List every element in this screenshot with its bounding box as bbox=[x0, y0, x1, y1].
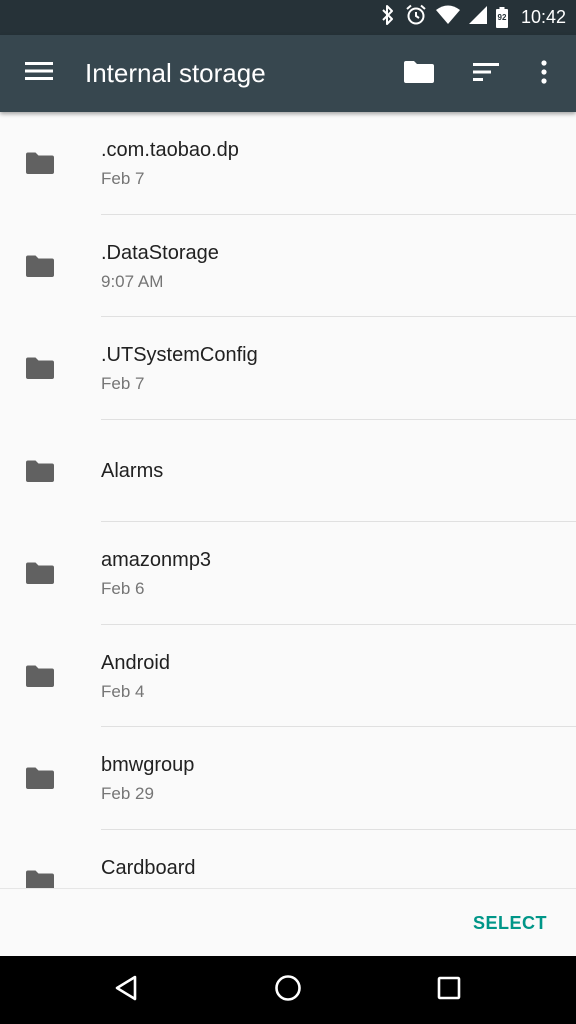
file-name: amazonmp3 bbox=[101, 549, 212, 571]
folder-icon bbox=[26, 460, 54, 482]
clock-time: 10:42 bbox=[520, 7, 566, 27]
file-date: 9:07 AM bbox=[101, 271, 164, 291]
home-button[interactable] bbox=[268, 970, 308, 1010]
folder-icon bbox=[26, 357, 54, 379]
file-row[interactable]: Android Feb 4 bbox=[0, 625, 576, 727]
folder-icon bbox=[26, 870, 54, 888]
sort-icon bbox=[473, 62, 499, 86]
file-date: Feb 7 bbox=[101, 374, 145, 393]
file-name: .com.taobao.dp bbox=[101, 139, 239, 161]
wifi-icon bbox=[435, 5, 460, 30]
folder-icon bbox=[26, 152, 54, 174]
back-icon bbox=[113, 974, 139, 1007]
file-name: .UTSystemConfig bbox=[101, 344, 258, 366]
system-nav-bar bbox=[0, 956, 576, 1024]
recents-icon bbox=[437, 976, 461, 1005]
file-name: .DataStorage bbox=[101, 241, 219, 264]
file-row[interactable]: .com.taobao.dp Feb 7 bbox=[0, 112, 576, 215]
menu-button[interactable] bbox=[22, 58, 56, 88]
file-date: Feb 4 bbox=[101, 681, 145, 701]
folder-icon bbox=[26, 562, 54, 584]
more-options-button[interactable] bbox=[524, 54, 564, 94]
bluetooth-icon bbox=[380, 4, 396, 31]
file-row[interactable]: amazonmp3 Feb 6 bbox=[0, 522, 576, 625]
file-name: Cardboard bbox=[101, 856, 196, 879]
file-row[interactable]: bmwgroup Feb 29 bbox=[0, 727, 576, 830]
folder-icon bbox=[26, 767, 54, 789]
folder-icon bbox=[26, 255, 54, 277]
file-name: Alarms bbox=[101, 459, 164, 482]
home-icon bbox=[274, 974, 302, 1007]
file-date: Feb 7 bbox=[101, 169, 145, 188]
new-folder-button[interactable] bbox=[399, 54, 439, 94]
file-date: Feb 29 bbox=[101, 784, 154, 803]
file-list: .com.taobao.dp Feb 7 .DataStorage 9:07 A… bbox=[0, 112, 576, 888]
file-name: bmwgroup bbox=[101, 754, 195, 776]
file-name: Android bbox=[101, 651, 170, 674]
file-date: Feb 6 bbox=[101, 579, 145, 598]
sort-button[interactable] bbox=[466, 54, 506, 94]
select-button[interactable]: SELECT bbox=[473, 889, 547, 957]
app-bar: Internal storage bbox=[0, 35, 576, 112]
menu-icon bbox=[25, 61, 53, 86]
bottom-action-bar: SELECT bbox=[0, 888, 576, 957]
page-title: Internal storage bbox=[85, 58, 266, 88]
recents-button[interactable] bbox=[429, 970, 469, 1010]
folder-icon bbox=[404, 60, 434, 89]
file-row[interactable]: Alarms bbox=[0, 420, 576, 522]
battery-level: 92 bbox=[497, 13, 507, 22]
file-row[interactable]: .UTSystemConfig Feb 7 bbox=[0, 317, 576, 420]
cell-signal-icon bbox=[468, 5, 487, 30]
back-button[interactable] bbox=[106, 970, 146, 1010]
file-row[interactable]: Cardboard bbox=[0, 830, 576, 888]
more-vert-icon bbox=[541, 59, 547, 89]
alarm-icon bbox=[405, 4, 427, 31]
folder-icon bbox=[26, 665, 54, 687]
battery-icon: 92 bbox=[495, 7, 508, 28]
file-row[interactable]: .DataStorage 9:07 AM bbox=[0, 215, 576, 317]
status-bar: 92 10:42 bbox=[0, 0, 576, 35]
